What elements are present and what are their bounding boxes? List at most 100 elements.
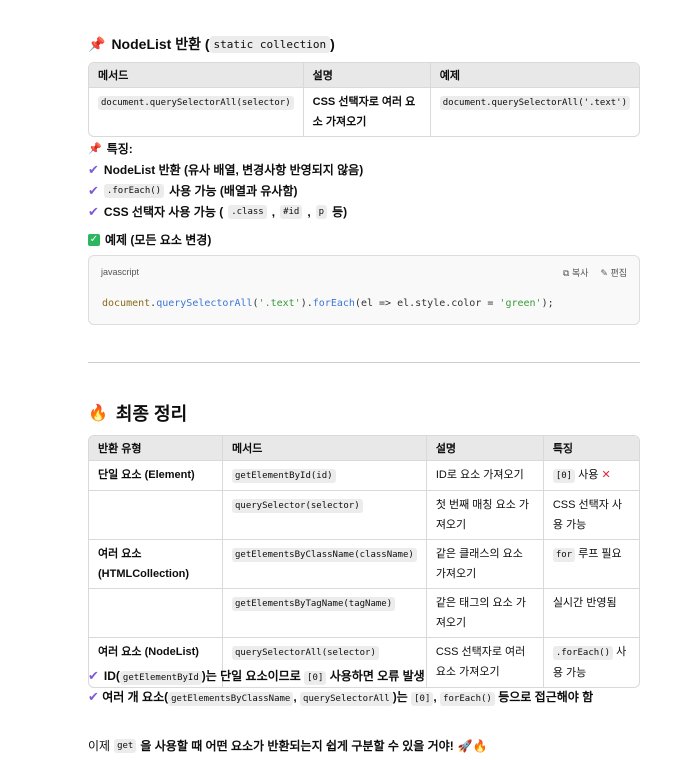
feat-code: for <box>552 548 576 562</box>
summary-title: 최종 정리 <box>115 404 188 424</box>
checkmark-icon: ✔ <box>88 182 99 198</box>
feature-code: .forEach() <box>103 183 165 198</box>
note-text: 사용하면 오류 발생 <box>329 669 425 683</box>
method-code: querySelectorAll(selector) <box>232 646 379 660</box>
table-row: 여러 요소 (HTMLCollection) getElementsByClass… <box>89 540 639 589</box>
heading-end: ) <box>330 36 335 52</box>
summary-heading: 🔥 최종 정리 <box>88 400 187 426</box>
feature-text: 등) <box>332 205 348 219</box>
feature-item: ✔ NodeList 반환 (유사 배열, 변경사항 반영되지 않음) <box>88 161 363 178</box>
col-header: 특징 <box>543 436 639 461</box>
note-item: ✔ ID(getElementById)는 단일 요소이므로 [0] 사용하면 오… <box>88 667 425 685</box>
code-token: ). <box>300 298 313 309</box>
copy-label: 복사 <box>571 268 589 278</box>
col-header: 메서드 <box>223 436 427 461</box>
pushpin-icon: 📌 <box>88 143 102 155</box>
code-token: ); <box>541 298 554 309</box>
type-cell: 여러 요소 (HTMLCollection) <box>89 540 223 589</box>
feature-item: ✔ .forEach() 사용 가능 (배열과 유사함) <box>88 182 298 199</box>
summary-table: 반환 유형 메서드 설명 특징 단일 요소 (Element) getElementBy… <box>88 435 640 688</box>
edit-button[interactable]: ✎ 편집 <box>600 266 627 279</box>
col-header: 반환 유형 <box>89 436 223 461</box>
note-code: [0] <box>411 692 434 706</box>
edit-label: 편집 <box>610 268 627 278</box>
checkmark-icon: ✔ <box>88 689 99 704</box>
note-code: querySelectorAll <box>300 692 393 706</box>
checkmark-icon: ✔ <box>88 667 99 683</box>
type-cell <box>89 589 223 638</box>
feat-text: 사용 <box>578 469 599 481</box>
code-token: querySelectorAll <box>156 298 253 309</box>
feature-code: #id <box>280 204 303 219</box>
feat-cell: CSS 선택자 사용 가능 <box>543 491 639 540</box>
closing-text: 을 사용할 때 어떤 요소가 반환되는지 쉽게 구분할 수 있을 거야! <box>140 739 454 753</box>
feat-text: 루프 필요 <box>578 548 622 560</box>
edit-icon: ✎ <box>600 268 611 278</box>
divider <box>88 362 640 363</box>
note-text: , <box>293 690 297 704</box>
heading-text: NodeList 반환 ( <box>111 36 210 52</box>
col-header: 메서드 <box>89 63 304 88</box>
feat-code: [0] <box>552 469 576 483</box>
note-text: 여러 개 요소( <box>102 690 169 704</box>
feat-code: .forEach() <box>552 646 613 660</box>
feature-text: NodeList 반환 (유사 배열, 변경사항 반영되지 않음) <box>103 163 364 177</box>
section-heading: 📌 NodeList 반환 ( static collection ) <box>88 34 335 54</box>
example-title-text: 예제 (모든 요소 변경) <box>105 233 212 247</box>
feature-item: ✔ CSS 선택자 사용 가능 (.class, #id, p 등) <box>88 203 348 220</box>
table-row: 단일 요소 (Element) getElementById(id) ID로 요소 … <box>89 461 639 491</box>
closing-text: 이제 <box>88 739 111 753</box>
note-text: , <box>433 690 437 704</box>
example-title: ✓ 예제 (모든 요소 변경) <box>88 231 211 248</box>
method-code: document.querySelectorAll(selector) <box>98 96 294 110</box>
col-header: 설명 <box>426 436 544 461</box>
method-code: getElementsByClassName(className) <box>232 548 417 562</box>
desc-cell: CSS 선택자로 여러 요소 가져오기 <box>304 88 431 136</box>
note-text: 등으로 접근해야 함 <box>498 690 594 704</box>
type-cell: 단일 요소 (Element) <box>89 461 223 491</box>
table-row: getElementsByTagName(tagName) 같은 태그의 요소 가… <box>89 589 639 638</box>
code-line: document.querySelectorAll('.text').forEa… <box>102 298 554 309</box>
note-text: )는 <box>392 690 408 704</box>
feature-code: p <box>315 204 328 219</box>
method-code: getElementsByTagName(tagName) <box>232 597 396 611</box>
nodelist-table: 메서드 설명 예제 document.querySelectorAll(select… <box>88 62 640 137</box>
closing-line: 이제 get 을 사용할 때 어떤 요소가 반환되는지 쉽게 구분할 수 있을 거야… <box>88 737 488 754</box>
desc-cell: 같은 클래스의 요소 가져오기 <box>426 540 544 589</box>
note-code: getElementsByClassName <box>168 692 294 706</box>
pushpin-icon: 📌 <box>88 35 106 52</box>
method-code: getElementById(id) <box>232 469 336 483</box>
desc-cell: CSS 선택자로 여러 요소 가져오기 <box>427 638 544 687</box>
note-item: ✔ 여러 개 요소(getElementsByClassName, queryS… <box>88 686 640 710</box>
desc-cell: ID로 요소 가져오기 <box>426 461 544 491</box>
table-row: querySelector(selector) 첫 번째 매칭 요소 가져오기 CS… <box>89 491 639 540</box>
code-token: '.text' <box>258 298 301 309</box>
copy-button[interactable]: ⧉ 복사 <box>563 266 589 279</box>
note-code: [0] <box>304 671 327 685</box>
note-code: getElementById <box>119 671 202 685</box>
feature-text: 사용 가능 (배열과 유사함) <box>169 184 298 198</box>
code-language: javascript <box>101 267 140 277</box>
col-header: 설명 <box>303 63 431 88</box>
note-text: )는 단일 요소이므로 <box>201 669 301 683</box>
feat-cell: 실시간 반영됨 <box>543 589 639 638</box>
desc-cell: 같은 태그의 요소 가져오기 <box>426 589 544 638</box>
feature-text: CSS 선택자 사용 가능 ( <box>103 205 224 219</box>
cross-mark-icon: ✕ <box>601 469 611 481</box>
closing-code: get <box>114 738 137 753</box>
check-box-icon: ✓ <box>88 233 100 246</box>
note-code: forEach() <box>440 692 495 706</box>
feature-code: .class <box>228 204 267 219</box>
rocket-fire-icon: 🚀🔥 <box>457 738 488 753</box>
type-cell <box>89 491 223 540</box>
fire-icon: 🔥 <box>88 405 108 422</box>
desc-cell: 첫 번째 매칭 요소 가져오기 <box>426 491 544 540</box>
code-block: javascript ⧉ 복사 ✎ 편집 document.querySelec… <box>88 255 640 325</box>
features-title: 📌 특징: <box>88 140 133 157</box>
code-token: 'green' <box>499 298 542 309</box>
example-code: document.querySelectorAll('.text') <box>439 96 630 110</box>
note-text: ID( <box>103 669 120 683</box>
table-row: document.querySelectorAll(selector) CSS … <box>89 88 639 136</box>
method-code: querySelector(selector) <box>232 499 363 513</box>
code-token: document <box>102 298 151 309</box>
